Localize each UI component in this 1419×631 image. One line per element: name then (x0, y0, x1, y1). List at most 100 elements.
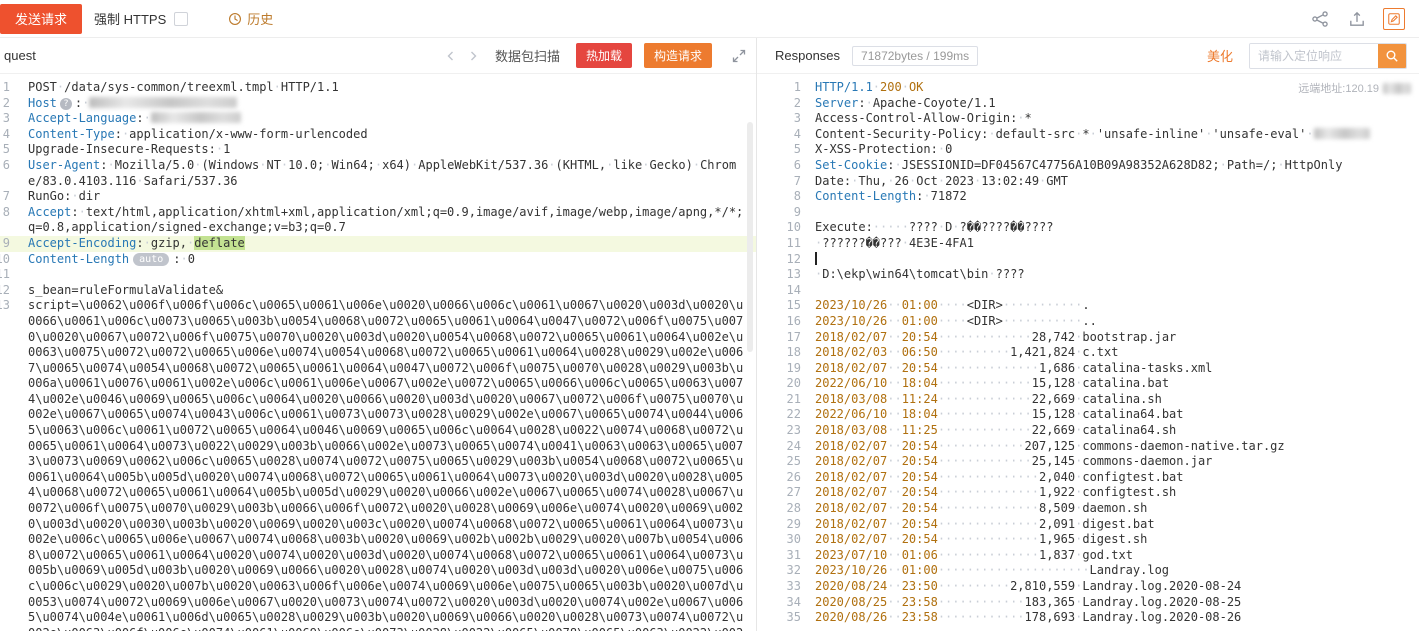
code-text: ············ (938, 610, 1025, 624)
history-label: 历史 (247, 9, 273, 28)
code-text: : (71, 205, 78, 219)
prev-request-button[interactable] (445, 50, 457, 62)
code-line: 162023/10/26··01:00····<DIR>···········.… (757, 314, 1419, 330)
code-line-content: ·??????��???·4E3E-4FA1 (801, 236, 1419, 252)
line-number: 30 (757, 532, 801, 548)
code-text: 2023/10/26 (815, 298, 887, 312)
code-line: 4Content-Type:·application/x-www-form-ur… (0, 127, 756, 143)
edit-icon[interactable] (1383, 8, 1405, 30)
code-text: 13:02:49 (981, 174, 1039, 188)
redacted-blur (1314, 128, 1370, 139)
code-line: 222022/06/10··18:04·············15,128·c… (757, 407, 1419, 423)
code-text: 2020/08/24 (815, 579, 887, 593)
share-icon[interactable] (1309, 8, 1331, 30)
code-text: like (613, 158, 642, 172)
code-text: 1,686 (1039, 361, 1075, 375)
code-line-content: ·D:\ekp\win64\tomcat\bin·???? (801, 267, 1419, 283)
line-number: 34 (757, 595, 801, 611)
code-text: · (894, 158, 901, 172)
code-text: 20:54 (902, 439, 938, 453)
top-toolbar: 发送请求 强制 HTTPS 历史 (0, 0, 1419, 38)
code-line: 212018/03/08··11:24·············22,669·c… (757, 392, 1419, 408)
search-input[interactable] (1250, 44, 1378, 68)
code-line: 332020/08/24··23:50··········2,810,559·L… (757, 579, 1419, 595)
code-text: ············· (938, 376, 1032, 390)
code-line: 5X-XSS-Protection:·0 (757, 142, 1419, 158)
code-text: 2,040 (1039, 470, 1075, 484)
code-text: .. (1082, 314, 1096, 328)
code-line: 6User-Agent:·Mozilla/5.0·(Windows·NT·10.… (0, 158, 756, 189)
responses-tab[interactable]: Responses (775, 48, 840, 63)
code-line: 14 (757, 283, 1419, 299)
search-button[interactable] (1378, 44, 1406, 68)
code-text: ·············· (938, 485, 1039, 499)
code-text: 2020/08/26 (815, 610, 887, 624)
request-title: quest (4, 48, 36, 63)
code-line-content: Access-Control-Allow-Origin:·* (801, 111, 1419, 127)
code-line-content: 2018/02/07··20:54··············1,686·cat… (801, 361, 1419, 377)
code-text: · (144, 111, 151, 125)
history-button[interactable]: 历史 (228, 9, 273, 28)
code-text: 0 (188, 252, 195, 266)
code-text: 23:58 (902, 610, 938, 624)
code-text: ·········· (938, 345, 1010, 359)
code-text: Content-Type (28, 127, 115, 141)
code-text: Gecko) (649, 158, 692, 172)
code-line-content: 2018/02/07··20:54··············1,965·dig… (801, 532, 1419, 548)
code-line-content: Accept:·text/html,application/xhtml+xml,… (10, 205, 756, 236)
code-text: ??????��??? (822, 236, 901, 250)
code-text: Landray.log.2020-08-26 (1082, 610, 1241, 624)
code-text: ·············· (938, 517, 1039, 531)
code-text: ····················· (938, 563, 1090, 577)
code-text: POST (28, 80, 57, 94)
code-text: catalina64.sh (1082, 423, 1176, 437)
code-text: 71872 (931, 189, 967, 203)
code-line-content: 2020/08/25··23:58············183,365·Lan… (801, 595, 1419, 611)
code-line-content: Content-Length:·71872 (801, 189, 1419, 205)
code-line: 232018/03/08··11:25·············22,669·c… (757, 423, 1419, 439)
request-editor[interactable]: 1POST·/data/sys-common/treexml.tmpl·HTTP… (0, 74, 756, 631)
build-request-button[interactable]: 构造请求 (644, 43, 712, 68)
code-text: · (136, 174, 143, 188)
code-text: ·· (887, 563, 901, 577)
code-line: 7Date:·Thu,·26·Oct·2023·13:02:49·GMT (757, 174, 1419, 190)
line-number: 1 (0, 80, 10, 96)
code-text: 183,365 (1025, 595, 1076, 609)
code-line-content: 2023/10/26··01:00·····················La… (801, 563, 1419, 579)
code-text: 2,810,559 (1010, 579, 1075, 593)
next-request-button[interactable] (467, 50, 479, 62)
request-scrollbar[interactable] (747, 122, 753, 352)
code-text: catalina.bat (1082, 376, 1169, 390)
code-text: 1 (223, 142, 230, 156)
line-number: 6 (0, 158, 10, 189)
code-line-content: 2018/02/07··20:54·············28,742·boo… (801, 330, 1419, 346)
export-icon[interactable] (1346, 8, 1368, 30)
code-text: ···· (938, 314, 967, 328)
code-line: 182018/02/03··06:50··········1,421,824·c… (757, 345, 1419, 361)
code-text: 25,145 (1032, 454, 1075, 468)
code-text: Landray.log (1090, 563, 1169, 577)
packet-scan-button[interactable]: 数据包扫描 (489, 44, 566, 67)
line-number: 24 (757, 439, 801, 455)
response-editor[interactable]: 1HTTP/1.1·200·OK2Server:·Apache-Coyote/1… (757, 74, 1419, 631)
code-text: · (873, 80, 880, 94)
code-text: Path=/; (1227, 158, 1278, 172)
code-text: 26 (895, 174, 909, 188)
code-text: 2018/02/07 (815, 361, 887, 375)
line-number: 5 (0, 142, 10, 158)
force-https-checkbox[interactable] (174, 12, 188, 26)
code-line-content (801, 252, 1419, 268)
code-text: catalina-tasks.xml (1082, 361, 1212, 375)
expand-icon[interactable] (732, 49, 746, 63)
code-text: · (1090, 127, 1097, 141)
hot-reload-button[interactable]: 热加载 (576, 43, 632, 68)
code-text: c.txt (1082, 345, 1118, 359)
line-number: 3 (757, 111, 801, 127)
line-number: 35 (757, 610, 801, 626)
beautify-button[interactable]: 美化 (1207, 46, 1233, 65)
line-number: 22 (757, 407, 801, 423)
force-https-label: 强制 HTTPS (94, 9, 166, 28)
send-request-button[interactable]: 发送请求 (0, 4, 82, 34)
code-text: ············· (938, 330, 1032, 344)
code-text: script=\u0062\u006f\u006f\u006c\u0065\u0… (28, 298, 743, 631)
